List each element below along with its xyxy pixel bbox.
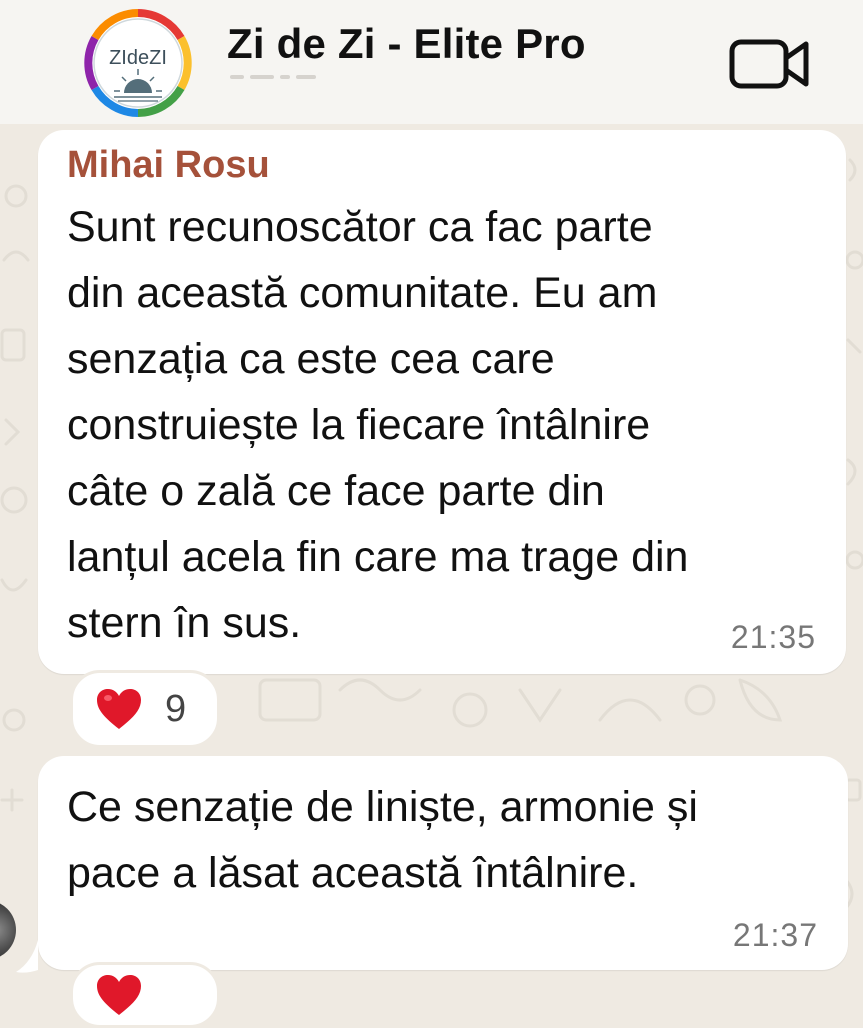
video-call-button[interactable] bbox=[728, 36, 812, 92]
chat-header: ZIdeZI Zi de Zi - Elite Pro bbox=[0, 0, 863, 124]
message-text: Sunt recunoscător ca fac parte din aceas… bbox=[67, 203, 689, 647]
heart-icon bbox=[97, 975, 141, 1015]
sender-name[interactable]: Mihai Rosu bbox=[67, 144, 270, 187]
message-time: 21:35 bbox=[730, 619, 816, 655]
heart-icon bbox=[97, 689, 141, 729]
message-text: Ce senzație de liniște, armonie și pace … bbox=[67, 783, 698, 897]
video-call-icon bbox=[729, 39, 809, 89]
reaction-badge[interactable] bbox=[70, 962, 220, 1028]
message-bubble[interactable]: Ce senzație de liniște, armonie și pace … bbox=[38, 756, 848, 970]
subtitle-placeholder bbox=[230, 75, 316, 79]
reaction-badge[interactable]: 9 bbox=[70, 670, 220, 748]
message-bubble[interactable]: Mihai Rosu Sunt recunoscător ca fac part… bbox=[38, 130, 846, 674]
group-avatar[interactable]: ZIdeZI bbox=[84, 9, 192, 117]
group-logo-text: ZIdeZI bbox=[109, 47, 167, 69]
bubble-tail bbox=[16, 940, 38, 973]
message-time: 21:37 bbox=[732, 917, 818, 953]
chat-title[interactable]: Zi de Zi - Elite Pro bbox=[227, 20, 586, 68]
sender-avatar[interactable] bbox=[0, 900, 16, 960]
reaction-count: 9 bbox=[165, 687, 187, 730]
